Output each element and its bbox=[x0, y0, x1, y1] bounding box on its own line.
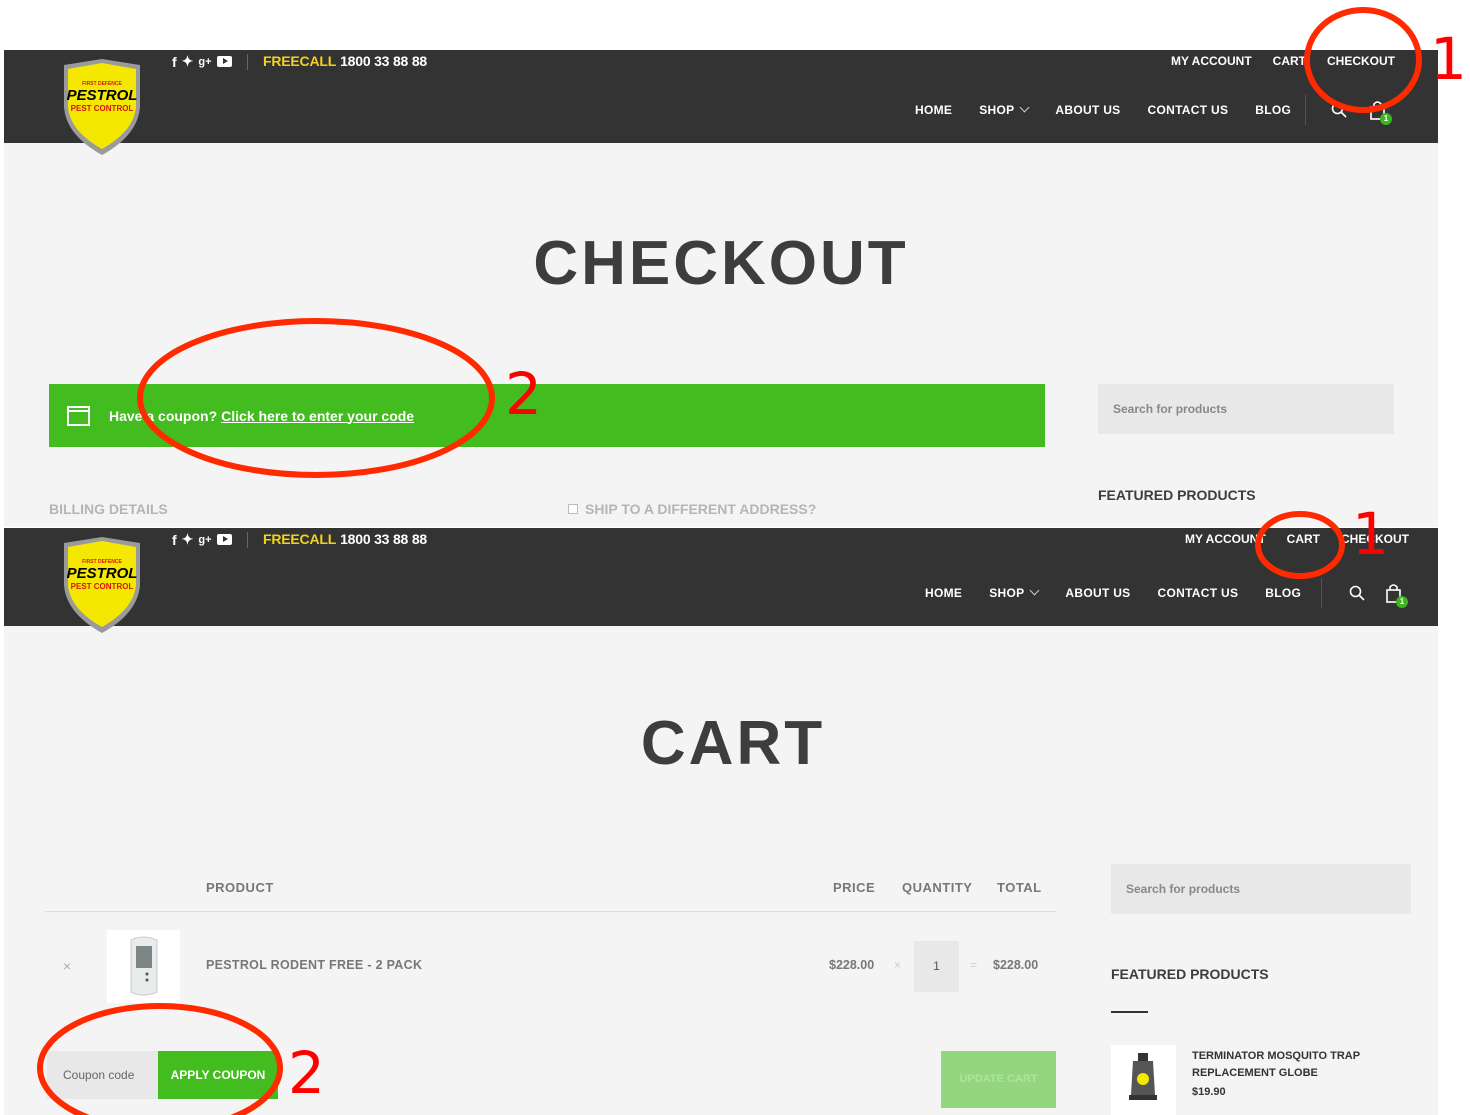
search-icon[interactable] bbox=[1349, 585, 1365, 601]
nav-blog[interactable]: BLOG bbox=[1265, 586, 1301, 600]
google-plus-icon[interactable]: g+ bbox=[198, 56, 211, 68]
chevron-down-icon bbox=[1029, 585, 1040, 596]
nav-contact[interactable]: CONTACT US bbox=[1148, 103, 1229, 117]
coupon-code-input[interactable]: Coupon code bbox=[47, 1051, 158, 1099]
cart-screenshot: FIRST DEFENCE PESTROL PEST CONTROL f ✦ g… bbox=[4, 528, 1438, 1115]
nav-home[interactable]: HOME bbox=[915, 103, 952, 117]
times-sign: × bbox=[894, 958, 902, 972]
facebook-icon[interactable]: f bbox=[172, 532, 177, 548]
social-links: f ✦ g+ bbox=[172, 53, 248, 70]
product-name-link[interactable]: PESTROL RODENT FREE - 2 PACK bbox=[206, 958, 422, 972]
col-price: PRICE bbox=[833, 880, 876, 895]
twitter-icon[interactable]: ✦ bbox=[182, 53, 194, 70]
page-title: CHECKOUT bbox=[533, 229, 909, 298]
col-total: TOTAL bbox=[997, 880, 1042, 895]
nav-shop-label: SHOP bbox=[979, 103, 1015, 117]
product-total: $228.00 bbox=[993, 958, 1039, 972]
annotation-number: 1 bbox=[1352, 500, 1389, 568]
featured-products-heading: FEATURED PRODUCTS bbox=[1111, 966, 1269, 982]
checkout-link[interactable]: CHECKOUT bbox=[1327, 54, 1395, 68]
svg-text:PESTROL: PESTROL bbox=[67, 87, 138, 104]
chevron-down-icon bbox=[1019, 102, 1030, 113]
checkout-screenshot: FIRST DEFENCE PESTROL PEST CONTROL f ✦ g… bbox=[4, 50, 1438, 527]
billing-details-heading: BILLING DETAILS bbox=[49, 501, 168, 517]
youtube-icon[interactable] bbox=[216, 56, 232, 67]
enter-coupon-link[interactable]: Click here to enter your code bbox=[221, 408, 414, 424]
quantity-input[interactable]: 1 bbox=[914, 941, 959, 992]
freecall-number: 1800 33 88 88 bbox=[340, 531, 427, 547]
featured-product-name[interactable]: TERMINATOR MOSQUITO TRAP REPLACEMENT GLO… bbox=[1192, 1048, 1382, 1082]
youtube-icon[interactable] bbox=[216, 534, 232, 545]
top-links: MY ACCOUNT CART CHECKOUT bbox=[1171, 54, 1395, 68]
nav-shop-label: SHOP bbox=[989, 586, 1025, 600]
my-account-link[interactable]: MY ACCOUNT bbox=[1185, 532, 1266, 546]
freecall-number: 1800 33 88 88 bbox=[340, 53, 427, 69]
nav-divider bbox=[1321, 578, 1322, 608]
svg-text:PEST CONTROL: PEST CONTROL bbox=[71, 104, 134, 113]
twitter-icon[interactable]: ✦ bbox=[182, 531, 194, 548]
site-header: FIRST DEFENCE PESTROL PEST CONTROL f ✦ g… bbox=[4, 50, 1438, 155]
ship-different-checkbox[interactable] bbox=[568, 504, 578, 514]
pestrol-logo[interactable]: FIRST DEFENCE PESTROL PEST CONTROL bbox=[60, 57, 144, 157]
page-title: CART bbox=[640, 709, 826, 778]
my-account-link[interactable]: MY ACCOUNT bbox=[1171, 54, 1252, 68]
cart-icon[interactable]: 1 bbox=[1384, 583, 1408, 608]
equals-sign: = bbox=[970, 958, 978, 972]
cart-link[interactable]: CART bbox=[1273, 54, 1306, 68]
featured-product-price: $19.90 bbox=[1192, 1086, 1226, 1098]
heading-underline bbox=[1111, 1011, 1148, 1013]
product-search-input[interactable]: Search for products bbox=[1098, 384, 1394, 434]
featured-products-heading: FEATURED PRODUCTS bbox=[1098, 487, 1256, 503]
col-quantity: QUANTITY bbox=[902, 880, 973, 895]
freecall-phone[interactable]: FREECALL 1800 33 88 88 bbox=[263, 53, 427, 69]
site-header: FIRST DEFENCE PESTROL PEST CONTROL f ✦ g… bbox=[4, 528, 1438, 633]
nav-about[interactable]: ABOUT US bbox=[1065, 586, 1130, 600]
product-thumbnail[interactable] bbox=[107, 930, 180, 1003]
cart-count-badge: 1 bbox=[1380, 113, 1392, 125]
product-price: $228.00 bbox=[829, 958, 875, 972]
annotation-number: 2 bbox=[505, 360, 542, 428]
featured-product-thumbnail[interactable] bbox=[1111, 1045, 1176, 1115]
apply-coupon-button[interactable]: APPLY COUPON bbox=[158, 1051, 278, 1099]
svg-text:PESTROL: PESTROL bbox=[67, 565, 138, 582]
notice-window-icon bbox=[67, 405, 90, 426]
ship-different-address[interactable]: SHIP TO A DIFFERENT ADDRESS? bbox=[568, 501, 816, 517]
divider bbox=[246, 53, 248, 70]
update-cart-button[interactable]: UPDATE CART bbox=[941, 1051, 1056, 1108]
annotation-number: 1 bbox=[1430, 25, 1467, 93]
main-nav: HOME SHOP ABOUT US CONTACT US BLOG bbox=[925, 585, 1301, 600]
freecall-label: FREECALL bbox=[263, 53, 337, 69]
facebook-icon[interactable]: f bbox=[172, 54, 177, 70]
main-nav: HOME SHOP ABOUT US CONTACT US BLOG bbox=[915, 102, 1291, 117]
freecall-phone[interactable]: FREECALL 1800 33 88 88 bbox=[263, 531, 427, 547]
nav-home[interactable]: HOME bbox=[925, 586, 962, 600]
cart-count-badge: 1 bbox=[1396, 596, 1408, 608]
product-search-input[interactable]: Search for products bbox=[1111, 864, 1411, 914]
ship-different-label: SHIP TO A DIFFERENT ADDRESS? bbox=[585, 501, 817, 517]
annotation-number: 2 bbox=[288, 1039, 325, 1107]
cart-link[interactable]: CART bbox=[1287, 532, 1320, 546]
social-links: f ✦ g+ bbox=[172, 531, 248, 548]
nav-shop[interactable]: SHOP bbox=[979, 102, 1030, 117]
divider bbox=[246, 531, 248, 548]
nav-contact[interactable]: CONTACT US bbox=[1158, 586, 1239, 600]
coupon-notice: Have a coupon? Click here to enter your … bbox=[49, 384, 1045, 447]
cart-icon[interactable]: 1 bbox=[1368, 100, 1392, 125]
freecall-label: FREECALL bbox=[263, 531, 337, 547]
google-plus-icon[interactable]: g+ bbox=[198, 534, 211, 546]
pestrol-logo[interactable]: FIRST DEFENCE PESTROL PEST CONTROL bbox=[60, 535, 144, 635]
nav-blog[interactable]: BLOG bbox=[1255, 103, 1291, 117]
svg-text:PEST CONTROL: PEST CONTROL bbox=[71, 582, 134, 591]
nav-about[interactable]: ABOUT US bbox=[1055, 103, 1120, 117]
nav-shop[interactable]: SHOP bbox=[989, 585, 1040, 600]
col-product: PRODUCT bbox=[206, 880, 274, 895]
table-divider bbox=[45, 911, 1056, 912]
search-icon[interactable] bbox=[1331, 102, 1347, 118]
notice-text: Have a coupon? bbox=[109, 407, 218, 424]
nav-divider bbox=[1305, 95, 1306, 125]
remove-item-button[interactable]: × bbox=[63, 958, 71, 974]
